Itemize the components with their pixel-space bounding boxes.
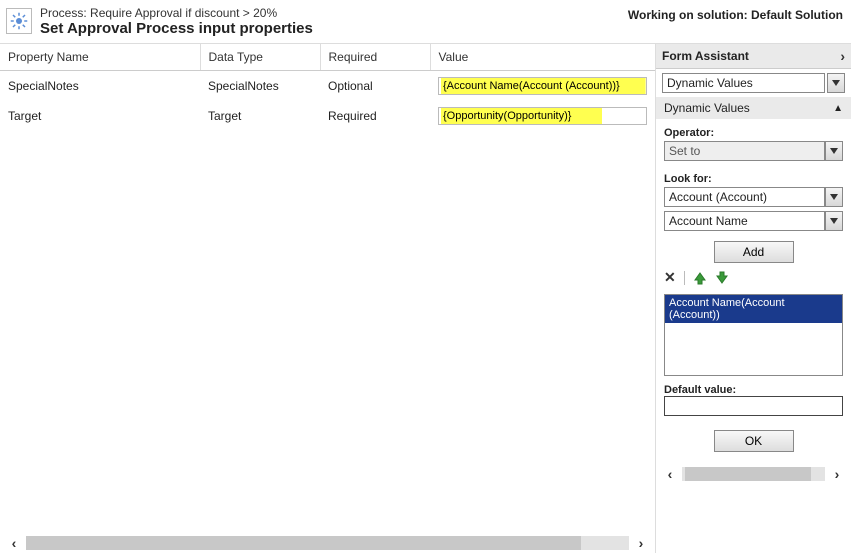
value-input-specialnotes[interactable] (438, 77, 647, 95)
table-header-row: Property Name Data Type Required Value (0, 44, 655, 71)
lookfor-label: Look for: (664, 173, 843, 185)
working-on-solution: Working on solution: Default Solution (628, 8, 843, 22)
scroll-left-icon[interactable]: ‹ (662, 466, 678, 482)
cell-required: Optional (320, 71, 430, 102)
cell-property-name: Target (0, 101, 200, 131)
header-text: Process: Require Approval if discount > … (40, 6, 620, 37)
ok-button[interactable]: OK (714, 430, 794, 452)
cell-property-name: SpecialNotes (0, 71, 200, 102)
scroll-right-icon[interactable]: › (829, 466, 845, 482)
scroll-track[interactable] (682, 467, 825, 481)
collapse-icon[interactable]: ▲ (833, 103, 843, 114)
operator-section: Operator: Set to (656, 119, 851, 165)
default-value-section: Default value: (656, 378, 851, 422)
col-value[interactable]: Value (430, 44, 655, 71)
properties-panel: Property Name Data Type Required Value S… (0, 44, 655, 553)
fa-top-select-row: Dynamic Values (656, 69, 851, 97)
process-label: Process: (40, 6, 87, 20)
cell-data-type: Target (200, 101, 320, 131)
divider (684, 271, 685, 285)
expand-icon[interactable]: › (840, 48, 845, 64)
working-on-label: Working on solution: (628, 8, 748, 22)
scroll-thumb[interactable] (685, 467, 811, 481)
process-name: Require Approval if discount > 20% (90, 6, 277, 20)
form-assistant-header: Form Assistant › (656, 44, 851, 69)
cell-required: Required (320, 101, 430, 131)
dynamic-values-section-header[interactable]: Dynamic Values ▲ (656, 97, 851, 119)
lookfor-section: Look for: Account (Account) Account Name (656, 165, 851, 235)
list-item[interactable]: Account Name(Account (Account)) (665, 295, 842, 323)
cell-data-type: SpecialNotes (200, 71, 320, 102)
form-assistant-panel: Form Assistant › Dynamic Values Dynamic … (655, 44, 851, 553)
value-input-target[interactable] (438, 107, 647, 125)
operator-label: Operator: (664, 127, 843, 139)
page-header: Process: Require Approval if discount > … (0, 0, 851, 43)
scroll-thumb[interactable] (26, 536, 581, 550)
cell-value (430, 71, 655, 102)
process-line: Process: Require Approval if discount > … (40, 6, 620, 20)
cell-value (430, 101, 655, 131)
scroll-left-icon[interactable]: ‹ (6, 535, 22, 551)
dropdown-icon[interactable] (825, 211, 843, 231)
col-property-name[interactable]: Property Name (0, 44, 200, 71)
lookfor-attr-select[interactable]: Account Name (664, 211, 825, 231)
table-row: SpecialNotes SpecialNotes Optional (0, 71, 655, 102)
dropdown-icon[interactable] (825, 141, 843, 161)
col-data-type[interactable]: Data Type (200, 44, 320, 71)
operator-select[interactable]: Set to (664, 141, 825, 161)
delete-icon[interactable]: ✕ (664, 269, 676, 286)
col-required[interactable]: Required (320, 44, 430, 71)
selected-values-list[interactable]: Account Name(Account (Account)) (664, 294, 843, 376)
default-value-input[interactable] (664, 396, 843, 416)
horizontal-scrollbar[interactable]: ‹ › (0, 535, 655, 551)
solution-name: Default Solution (751, 8, 843, 22)
list-action-row: ✕ (656, 267, 851, 292)
add-button[interactable]: Add (714, 241, 794, 263)
table-row: Target Target Required (0, 101, 655, 131)
scroll-right-icon[interactable]: › (633, 535, 649, 551)
form-assistant-title: Form Assistant (662, 49, 749, 63)
properties-table: Property Name Data Type Required Value S… (0, 44, 655, 131)
default-value-label: Default value: (664, 384, 843, 396)
dynamic-values-label: Dynamic Values (664, 101, 750, 115)
scroll-track[interactable] (26, 536, 629, 550)
move-down-icon[interactable] (715, 271, 729, 285)
dropdown-icon[interactable] (825, 187, 843, 207)
page-title: Set Approval Process input properties (40, 20, 620, 37)
process-gear-icon (6, 8, 32, 34)
horizontal-scrollbar[interactable]: ‹ › (656, 464, 851, 484)
dropdown-icon[interactable] (827, 73, 845, 93)
move-up-icon[interactable] (693, 271, 707, 285)
lookfor-entity-select[interactable]: Account (Account) (664, 187, 825, 207)
fa-mode-select[interactable]: Dynamic Values (662, 73, 825, 93)
